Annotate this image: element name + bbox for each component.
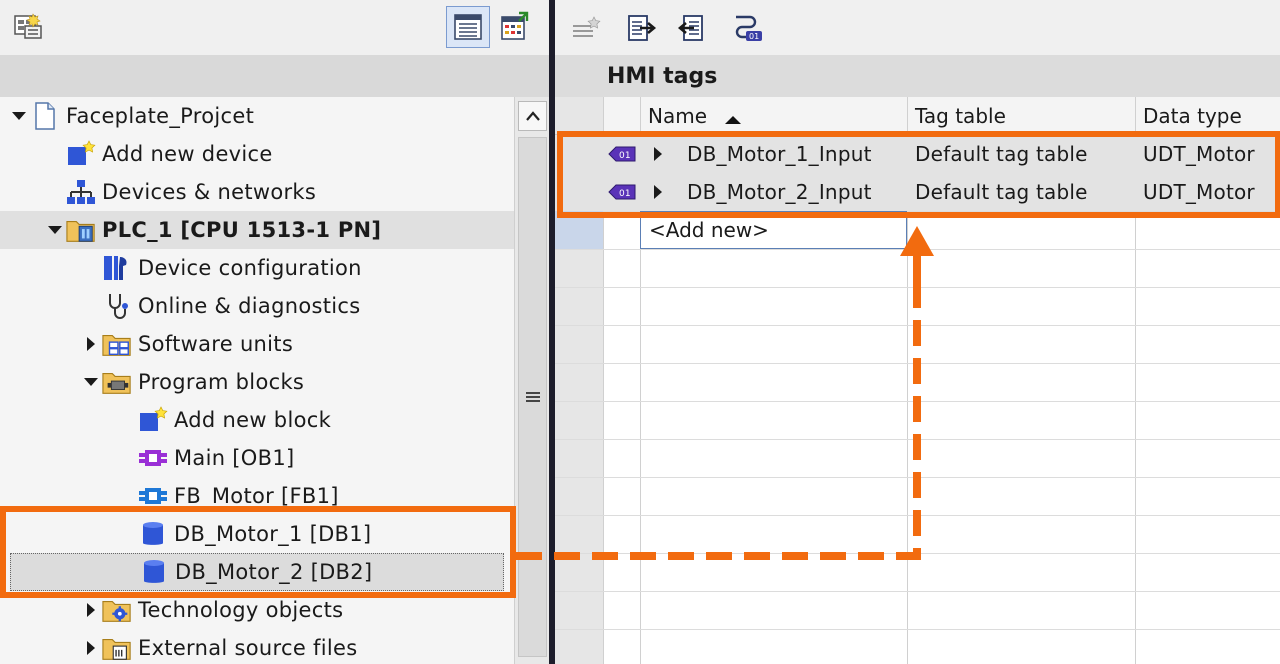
tag-table-cell[interactable]: Default tag table [907, 135, 1088, 173]
tree-item-label: Faceplate_Projcet [66, 104, 255, 128]
data-type-column-header[interactable]: Data type [1135, 97, 1280, 135]
plc-folder-icon [66, 215, 96, 245]
connector-arrowhead-icon [900, 226, 934, 256]
add-new-tag-cell[interactable]: <Add new> [640, 211, 907, 249]
fb-block-icon [138, 481, 168, 511]
project-file-icon [30, 101, 60, 131]
tag-name-cell[interactable]: DB_Motor_1_Input [679, 135, 872, 173]
new-tag-icon[interactable] [569, 12, 603, 46]
connector-arrow-vertical [913, 282, 921, 560]
data-type-cell[interactable]: UDT_Motor [1135, 135, 1255, 173]
import-tags-icon[interactable] [673, 12, 707, 46]
tree-item-label: Technology objects [138, 598, 344, 622]
network-icon [66, 177, 96, 207]
tree-item-label: Online & diagnostics [138, 294, 361, 318]
svg-text:01: 01 [749, 32, 759, 41]
add-block-icon [138, 405, 168, 435]
tag-connection-icon[interactable]: 01 [731, 12, 765, 46]
db-cylinder-icon [138, 519, 168, 549]
add-device-icon [66, 139, 96, 169]
diagnostics-icon [102, 291, 132, 321]
external-source-folder-icon [102, 633, 132, 663]
icon-column-header [603, 97, 640, 135]
tree-item-db-motor-1[interactable]: DB_Motor_1 [DB1] [0, 515, 514, 553]
software-units-folder-icon [102, 329, 132, 359]
tree-item-label: External source files [138, 636, 358, 660]
scroll-up-button[interactable] [518, 101, 547, 131]
tree-item-label: Add new device [102, 142, 273, 166]
hmi-tag-icon: 01 [603, 135, 640, 173]
project-tree-toolbar [0, 0, 549, 55]
tree-item-add-new-device[interactable]: Add new device [0, 135, 514, 173]
svg-text:01: 01 [619, 189, 631, 199]
svg-text:01: 01 [619, 151, 631, 161]
tag-table-cell[interactable]: Default tag table [907, 173, 1088, 211]
export-tags-icon[interactable] [625, 12, 659, 46]
tag-table-column-label: Tag table [915, 103, 1006, 128]
expand-icon[interactable] [80, 629, 102, 664]
data-type-cell[interactable]: UDT_Motor [1135, 173, 1255, 211]
project-tree-scrollbar[interactable] [514, 97, 549, 664]
tree-item-label: Main [OB1] [174, 446, 295, 470]
tree-item-label: FB_Motor [FB1] [174, 484, 339, 508]
tree-item-label: Add new block [174, 408, 332, 432]
tree-item-label: DB_Motor_2 [DB2] [175, 560, 373, 584]
details-view-button[interactable] [446, 6, 490, 48]
tree-item-external-source-files[interactable]: External source files [0, 629, 514, 664]
tree-item-project[interactable]: Faceplate_Projcet [0, 97, 514, 135]
tree-item-label: DB_Motor_1 [DB1] [174, 522, 372, 546]
tree-item-label: PLC_1 [CPU 1513-1 PN] [102, 218, 382, 242]
row-header-corner [555, 97, 603, 135]
hmi-tag-icon: 01 [603, 173, 640, 211]
device-config-icon [102, 253, 132, 283]
data-type-column-label: Data type [1143, 103, 1242, 128]
tree-item-software-units[interactable]: Software units [0, 325, 514, 363]
name-column-header[interactable]: Name [640, 97, 907, 135]
connector-arrow-stem [913, 255, 921, 283]
tag-name-cell[interactable]: DB_Motor_2_Input [679, 173, 872, 211]
tree-item-technology-objects[interactable]: Technology objects [0, 591, 514, 629]
tree-item-online-diagnostics[interactable]: Online & diagnostics [0, 287, 514, 325]
hmi-tags-toolbar: 01 [555, 0, 1280, 55]
tree-item-main-ob1[interactable]: Main [OB1] [0, 439, 514, 477]
connector-arrow-horizontal [516, 552, 921, 560]
table-export-icon[interactable] [498, 10, 532, 44]
tree-item-label: Software units [138, 332, 294, 356]
program-blocks-folder-icon [102, 367, 132, 397]
tree-item-label: Program blocks [138, 370, 305, 394]
expand-icon[interactable] [640, 173, 674, 211]
name-column-label: Name [648, 103, 708, 128]
row-header-selected [555, 211, 603, 249]
expand-icon[interactable] [80, 325, 102, 363]
tree-item-fb-motor[interactable]: FB_Motor [FB1] [0, 477, 514, 515]
editor-title: HMI tags [555, 55, 1280, 97]
tree-item-label: Device configuration [138, 256, 362, 280]
sort-ascending-icon [725, 115, 742, 124]
tree-item-device-configuration[interactable]: Device configuration [0, 249, 514, 287]
grip-icon [525, 390, 540, 404]
tree-item-plc[interactable]: PLC_1 [CPU 1513-1 PN] [0, 211, 514, 249]
expand-icon[interactable] [80, 363, 102, 401]
tree-item-program-blocks[interactable]: Program blocks [0, 363, 514, 401]
show-overview-icon[interactable] [12, 12, 46, 42]
tree-item-devices-networks[interactable]: Devices & networks [0, 173, 514, 211]
project-tree-header-band [0, 55, 549, 97]
project-tree: Faceplate_Projcet Add new device Devices… [0, 97, 514, 664]
scroll-thumb[interactable] [518, 137, 547, 657]
tree-item-db-motor-2[interactable]: DB_Motor_2 [DB2] [10, 553, 504, 591]
tree-item-label: Devices & networks [102, 180, 317, 204]
tree-item-add-new-block[interactable]: Add new block [0, 401, 514, 439]
expand-icon[interactable] [8, 97, 30, 135]
expand-icon[interactable] [640, 135, 674, 173]
grid-line [555, 629, 1280, 630]
project-tree-pane: Faceplate_Projcet Add new device Devices… [0, 0, 549, 664]
expand-icon[interactable] [80, 591, 102, 629]
grid-line [555, 591, 1280, 592]
expand-icon[interactable] [44, 211, 66, 249]
technology-folder-icon [102, 595, 132, 625]
db-cylinder-icon [139, 557, 169, 587]
ob-block-icon [138, 443, 168, 473]
tag-table-column-header[interactable]: Tag table [907, 97, 1135, 135]
